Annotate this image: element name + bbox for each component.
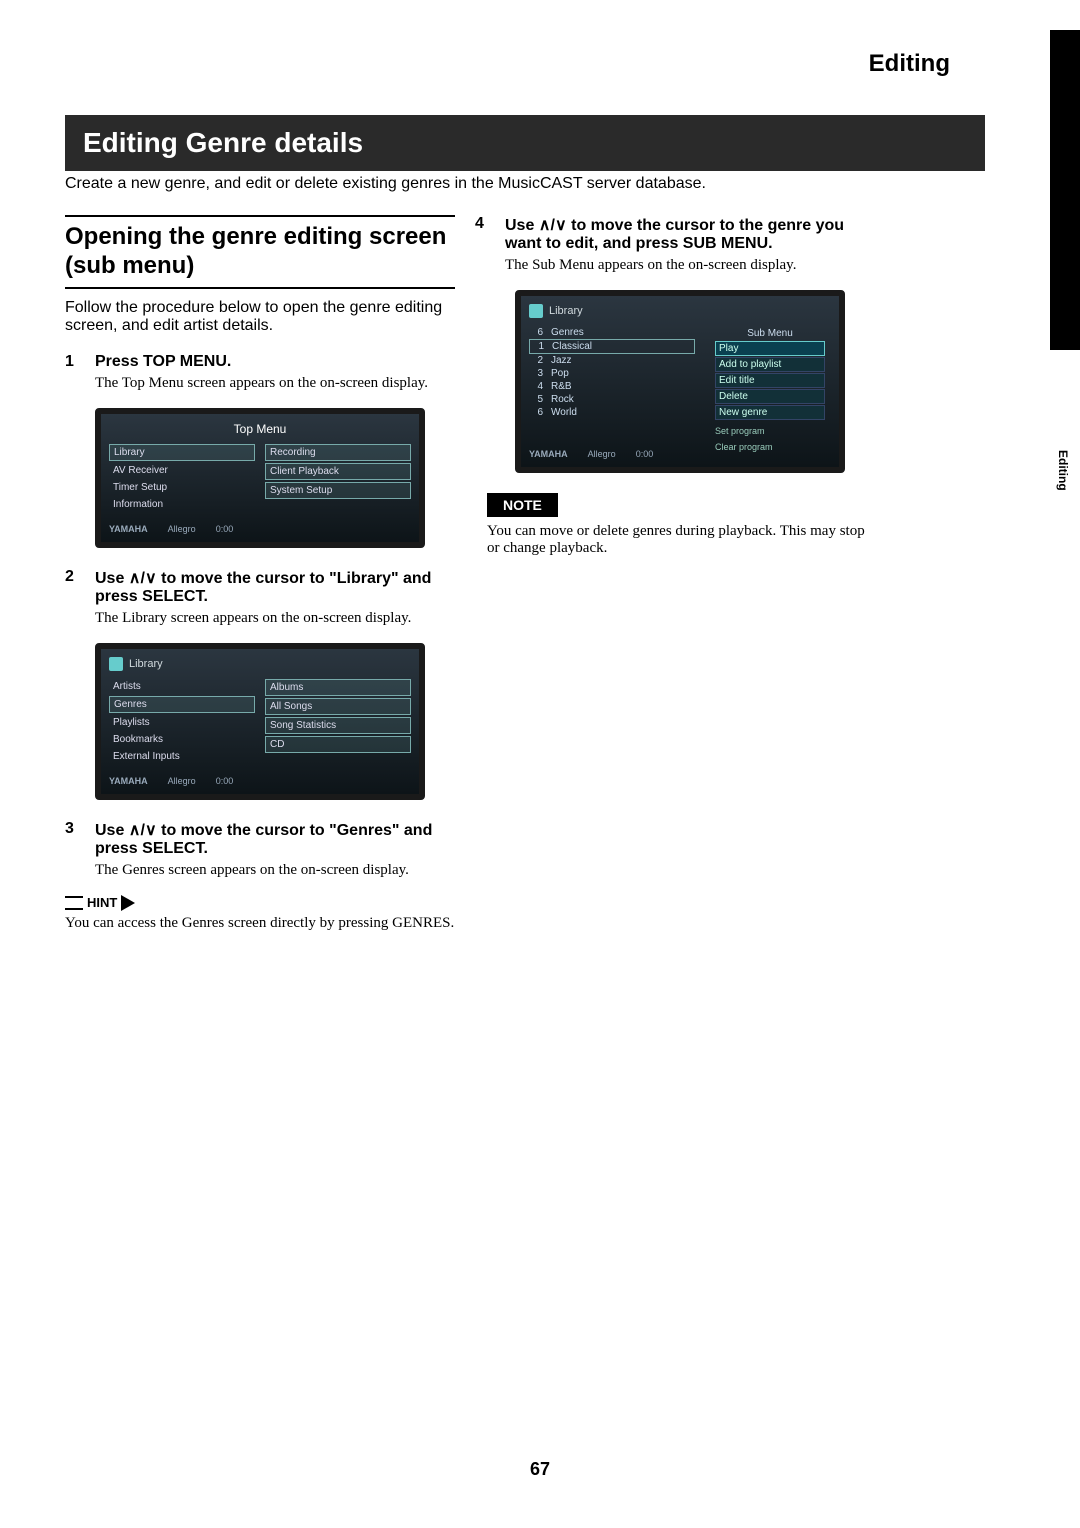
osd-item: Artists [109,679,255,694]
osd-item: Bookmarks [109,732,255,747]
osd-list-item: 2Jazz [529,354,695,367]
osd-item: CD [265,736,411,753]
osd-time: 0:00 [216,524,234,534]
osd-list-item: 3Pop [529,367,695,380]
note-text: You can move or delete genres during pla… [487,523,865,557]
step-body: The Genres screen appears on the on-scre… [95,862,455,879]
hint-arrow-icon [121,895,135,911]
osd-item: Song Statistics [265,717,411,734]
step-title: Press TOP MENU. [95,353,455,371]
step-3: 3 Use ∧/∨ to move the cursor to "Genres"… [65,820,455,879]
intro-text: Create a new genre, and edit or delete e… [65,175,985,193]
osd-breadcrumb: Library [129,658,163,670]
submenu-program: Clear program [715,442,825,452]
submenu-program: Set program [715,426,825,436]
step-title: Use ∧/∨ to move the cursor to "Genres" a… [95,820,455,858]
osd-item: Client Playback [265,463,411,480]
step-1: 1 Press TOP MENU. The Top Menu screen ap… [65,353,455,392]
osd-title: Top Menu [109,422,411,436]
submenu-header: Sub Menu [715,328,825,339]
osd-item: Recording [265,444,411,461]
osd-item: Albums [265,679,411,696]
osd-list-item: 1Classical [529,339,695,354]
osd-time: 0:00 [216,776,234,786]
osd-item: System Setup [265,482,411,499]
osd-item: Timer Setup [109,480,255,495]
osd-item: Genres [109,696,255,713]
osd-genres-submenu: Library 6Genres 1Classical 2Jazz 3Pop 4R… [515,290,845,473]
subsection-desc: Follow the procedure below to open the g… [65,299,455,335]
osd-top-menu: Top Menu Library AV Receiver Timer Setup… [95,408,425,548]
osd-item: AV Receiver [109,463,255,478]
osd-list-item: 5Rock [529,393,695,406]
osd-list-item: 6World [529,406,695,419]
osd-list-header: 6Genres [529,326,695,339]
step-body: The Library screen appears on the on-scr… [95,610,455,627]
step-title: Use ∧/∨ to move the cursor to the genre … [505,215,865,253]
osd-brand: YAMAHA [109,524,148,534]
up-down-icon: ∧/∨ [539,217,567,234]
page-edge-tab [1050,30,1080,350]
submenu-option: Play [715,341,825,356]
step-body: The Sub Menu appears on the on-screen di… [505,257,865,274]
page-number: 67 [0,1459,1080,1480]
library-icon [529,304,543,318]
osd-track: Allegro [588,449,616,459]
osd-item: External Inputs [109,749,255,764]
side-section-label: Editing [1056,450,1070,491]
step-number: 1 [65,353,79,371]
step-number: 2 [65,568,79,606]
right-column: 4 Use ∧/∨ to move the cursor to the genr… [475,215,865,557]
osd-library: Library Artists Genres Playlists Bookmar… [95,643,425,800]
osd-item: Information [109,497,255,512]
section-heading-bar: Editing Genre details [65,115,985,171]
hint-lines-icon [65,896,83,910]
subsection-title: Opening the genre editing screen (sub me… [65,223,455,281]
submenu-option: Edit title [715,373,825,388]
step-4: 4 Use ∧/∨ to move the cursor to the genr… [475,215,865,274]
hint-text: You can access the Genres screen directl… [65,915,455,932]
osd-brand: YAMAHA [109,776,148,786]
step-2: 2 Use ∧/∨ to move the cursor to "Library… [65,568,455,627]
library-icon [109,657,123,671]
hint-badge: HINT [65,895,455,911]
osd-track: Allegro [168,524,196,534]
osd-item: Library [109,444,255,461]
osd-item: Playlists [109,715,255,730]
osd-track: Allegro [168,776,196,786]
step-number: 3 [65,820,79,858]
osd-brand: YAMAHA [529,449,568,459]
osd-item: All Songs [265,698,411,715]
submenu-option: Add to playlist [715,357,825,372]
osd-list-item: 4R&B [529,380,695,393]
left-column: Opening the genre editing screen (sub me… [65,215,455,932]
page-title: Editing [869,50,950,78]
step-body: The Top Menu screen appears on the on-sc… [95,375,455,392]
osd-time: 0:00 [636,449,654,459]
step-number: 4 [475,215,489,253]
up-down-icon: ∧/∨ [129,822,157,839]
submenu-option: New genre [715,405,825,420]
divider [65,287,455,289]
up-down-icon: ∧/∨ [129,570,157,587]
note-badge: NOTE [487,493,558,517]
osd-submenu: Sub Menu Play Add to playlist Edit title… [715,328,825,452]
submenu-option: Delete [715,389,825,404]
divider [65,215,455,217]
step-title: Use ∧/∨ to move the cursor to "Library" … [95,568,455,606]
hint-label: HINT [87,895,117,910]
osd-breadcrumb: Library [549,305,583,317]
